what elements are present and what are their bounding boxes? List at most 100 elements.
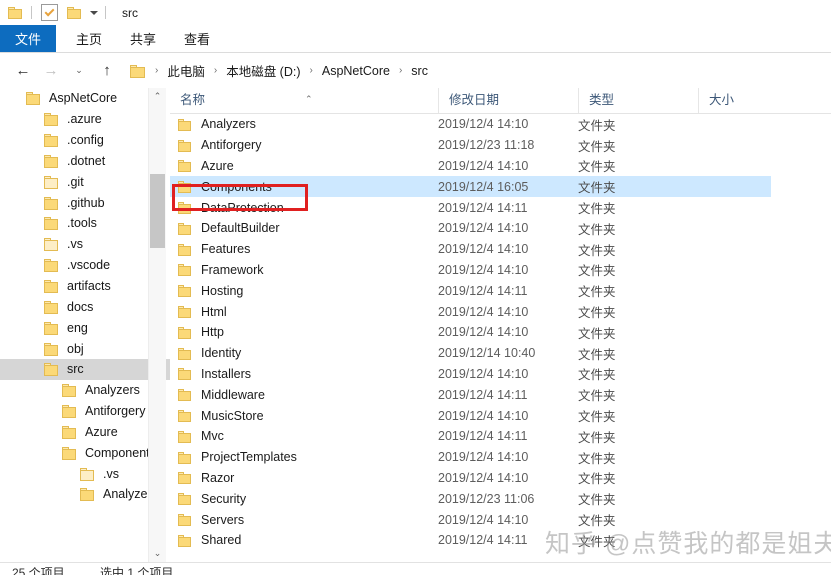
breadcrumb-item-2[interactable]: AspNetCore (320, 64, 392, 78)
folder-icon (80, 467, 94, 481)
table-row[interactable]: Html 2019/12/4 14:10 文件夹 (170, 301, 831, 322)
navigation-pane[interactable]: AspNetCore .azure .config .dotnet .git .githu… (0, 88, 170, 562)
sidebar-item-eng[interactable]: eng (0, 317, 170, 338)
file-list[interactable]: Analyzers 2019/12/4 14:10 文件夹 Antiforgery 20… (170, 114, 831, 562)
sidebar-item-analyzers[interactable]: Analyzers (0, 484, 170, 505)
folder-icon (178, 451, 191, 464)
scrollbar-thumb[interactable] (150, 174, 165, 248)
folder-icon (178, 409, 191, 423)
new-folder-icon[interactable] (67, 5, 83, 21)
breadcrumb[interactable]: › 此电脑 › 本地磁盘 (D:) › AspNetCore › src (130, 60, 831, 82)
file-date-cell: 2019/12/4 14:11 (438, 429, 528, 444)
column-header-1[interactable]: 修改日期 (438, 88, 578, 113)
file-name-label: ProjectTemplates (201, 450, 297, 465)
sidebar-item-config[interactable]: .config (0, 130, 170, 151)
file-name-label: Hosting (201, 283, 244, 298)
table-row[interactable]: ProjectTemplates 2019/12/4 14:10 文件夹 (170, 447, 831, 468)
file-type-cell: 文件夹 (578, 139, 616, 154)
ribbon-tab-0[interactable]: 文件 (0, 25, 57, 52)
folder-icon (178, 388, 191, 402)
table-row[interactable]: Features 2019/12/4 14:10 文件夹 (170, 239, 831, 260)
table-row[interactable]: Antiforgery 2019/12/23 11:18 文件夹 (170, 135, 831, 156)
table-row[interactable]: Servers 2019/12/4 14:10 文件夹 (170, 509, 831, 530)
file-name-cell: Middleware (178, 388, 265, 402)
sidebar-item-components[interactable]: Components (0, 442, 170, 463)
file-type-cell: 文件夹 (578, 326, 616, 341)
file-name-label: Installers (201, 366, 252, 381)
folder-icon (44, 133, 58, 148)
folder-icon (178, 430, 191, 443)
table-row[interactable]: DataProtection 2019/12/4 14:11 文件夹 (170, 197, 831, 218)
breadcrumb-item-0[interactable]: 此电脑 (165, 61, 207, 80)
sidebar-item-analyzers[interactable]: Analyzers (0, 380, 170, 401)
table-row[interactable]: Analyzers 2019/12/4 14:10 文件夹 (170, 114, 831, 135)
table-row[interactable]: Hosting 2019/12/4 14:11 文件夹 (170, 280, 831, 301)
sidebar-item-src[interactable]: src (0, 358, 170, 380)
table-row[interactable]: MusicStore 2019/12/4 14:10 文件夹 (170, 405, 831, 426)
file-type-cell: 文件夹 (578, 430, 616, 445)
sidebar-item-dotnet[interactable]: .dotnet (0, 151, 170, 172)
folder-icon (178, 305, 191, 319)
ribbon-tab-2[interactable]: 共享 (116, 25, 170, 52)
table-row[interactable]: Shared 2019/12/4 14:11 文件夹 (170, 530, 831, 551)
sidebar-item-azure[interactable]: .azure (0, 109, 170, 130)
file-date-cell: 2019/12/4 14:10 (438, 450, 529, 465)
file-name-cell: Components (178, 180, 272, 194)
chevron-down-icon[interactable] (90, 10, 98, 15)
folder-icon[interactable] (8, 5, 24, 21)
file-type-cell: 文件夹 (578, 389, 616, 404)
up-icon[interactable]: ↑ (96, 60, 118, 82)
file-type-cell: 文件夹 (578, 285, 616, 300)
breadcrumb-item-3[interactable]: src (409, 64, 430, 78)
column-header-2[interactable]: 类型 (578, 88, 698, 113)
ribbon-tab-1[interactable]: 主页 (62, 25, 116, 52)
sidebar-item-artifacts[interactable]: artifacts (0, 276, 170, 297)
status-bar: 25 个项目 选中 1 个项目 (0, 562, 831, 575)
sidebar-item-azure[interactable]: Azure (0, 422, 170, 443)
column-header-3[interactable]: 大小 (698, 88, 778, 113)
properties-icon[interactable] (41, 4, 58, 21)
table-row[interactable]: Razor 2019/12/4 14:10 文件夹 (170, 468, 831, 489)
breadcrumb-item-1[interactable]: 本地磁盘 (D:) (224, 61, 302, 80)
file-date-cell: 2019/12/4 14:10 (438, 470, 529, 485)
sidebar-item-label: .config (67, 133, 104, 148)
sidebar-item-label: Azure (85, 424, 118, 439)
column-header-0[interactable]: 名称 ⌃ (170, 88, 438, 113)
table-row[interactable]: Http 2019/12/4 14:10 文件夹 (170, 322, 831, 343)
table-row[interactable]: Mvc 2019/12/4 14:11 文件夹 (170, 426, 831, 447)
sidebar-item-label: src (67, 362, 84, 377)
table-row[interactable]: Identity 2019/12/14 10:40 文件夹 (170, 343, 831, 364)
file-type-cell: 文件夹 (578, 514, 616, 529)
recent-locations-icon[interactable]: ⌄ (68, 60, 90, 82)
back-icon[interactable]: ← (12, 60, 34, 82)
table-row[interactable]: Installers 2019/12/4 14:10 文件夹 (170, 364, 831, 385)
forward-icon[interactable]: → (40, 60, 62, 82)
table-row[interactable]: Azure 2019/12/4 14:10 文件夹 (170, 156, 831, 177)
sidebar-item-antiforgery[interactable]: Antiforgery (0, 401, 170, 422)
file-name-label: Antiforgery (201, 138, 262, 153)
sidebar-item-vs[interactable]: .vs (0, 463, 170, 484)
sidebar-item-obj[interactable]: obj (0, 338, 170, 359)
ribbon-tab-3[interactable]: 查看 (170, 25, 224, 52)
table-row[interactable]: DefaultBuilder 2019/12/4 14:10 文件夹 (170, 218, 831, 239)
sidebar-item-tools[interactable]: .tools (0, 213, 170, 234)
status-item-count: 25 个项目 (12, 566, 65, 575)
navigation-pane-scrollbar[interactable]: ⌃ ⌄ (148, 88, 166, 562)
sidebar-item-vscode[interactable]: .vscode (0, 255, 170, 276)
table-row[interactable]: Security 2019/12/23 11:06 文件夹 (170, 488, 831, 509)
file-name-label: Components (201, 179, 272, 194)
scroll-up-icon[interactable]: ⌃ (149, 88, 166, 105)
file-name-label: Framework (201, 262, 264, 277)
sidebar-item-github[interactable]: .github (0, 192, 170, 213)
sidebar-item-docs[interactable]: docs (0, 296, 170, 317)
file-name-cell: Servers (178, 513, 244, 527)
folder-icon (44, 196, 58, 210)
scroll-down-icon[interactable]: ⌄ (149, 545, 166, 562)
sidebar-item-aspnetcore[interactable]: AspNetCore (0, 88, 170, 109)
toolbar-divider-2 (105, 6, 106, 19)
table-row[interactable]: Framework 2019/12/4 14:10 文件夹 (170, 260, 831, 281)
table-row[interactable]: Middleware 2019/12/4 14:11 文件夹 (170, 384, 831, 405)
sidebar-item-vs[interactable]: .vs (0, 234, 170, 255)
table-row[interactable]: Components 2019/12/4 16:05 文件夹 (170, 176, 771, 198)
sidebar-item-git[interactable]: .git (0, 171, 170, 192)
